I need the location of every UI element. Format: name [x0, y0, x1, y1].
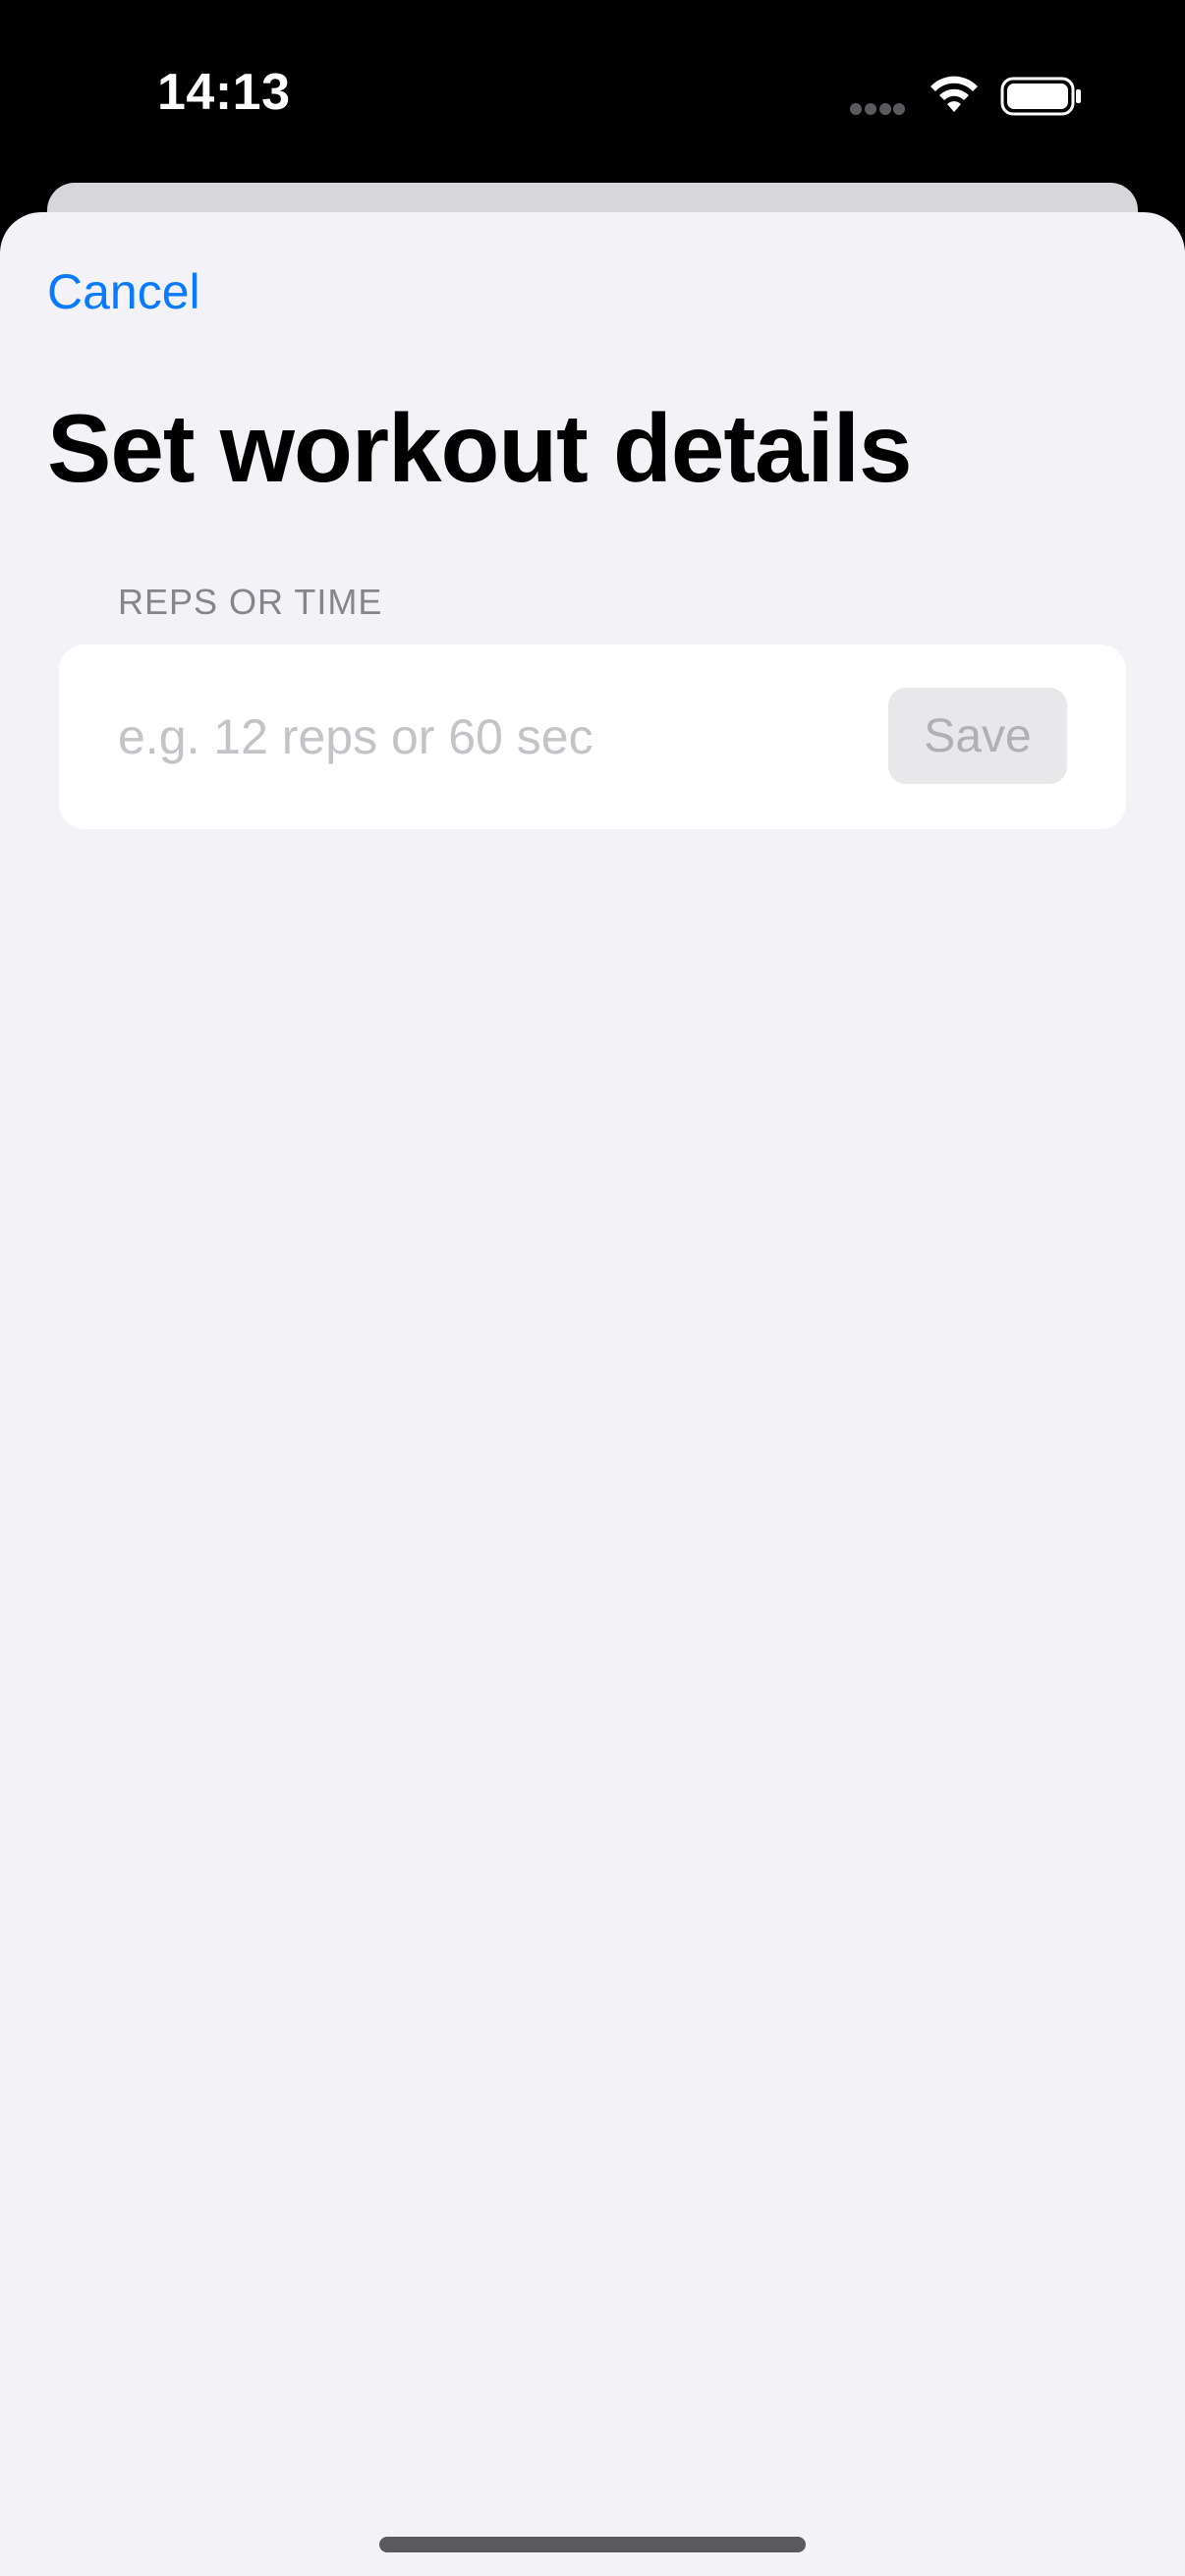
- status-time: 14:13: [157, 64, 291, 121]
- reps-or-time-card: Save: [59, 644, 1126, 829]
- reps-or-time-input[interactable]: [118, 696, 904, 778]
- battery-icon: [1000, 77, 1081, 116]
- cancel-button[interactable]: Cancel: [47, 263, 200, 320]
- home-indicator: [379, 2537, 806, 2552]
- status-bar: 14:13: [0, 0, 1185, 183]
- modal-sheet: Cancel Set workout details REPS OR TIME …: [0, 212, 1185, 2576]
- section-header: REPS OR TIME: [118, 582, 383, 622]
- save-button[interactable]: Save: [888, 688, 1067, 784]
- page-title: Set workout details: [47, 394, 913, 502]
- wifi-icon: [931, 76, 978, 112]
- signal-dots-icon: [850, 103, 905, 115]
